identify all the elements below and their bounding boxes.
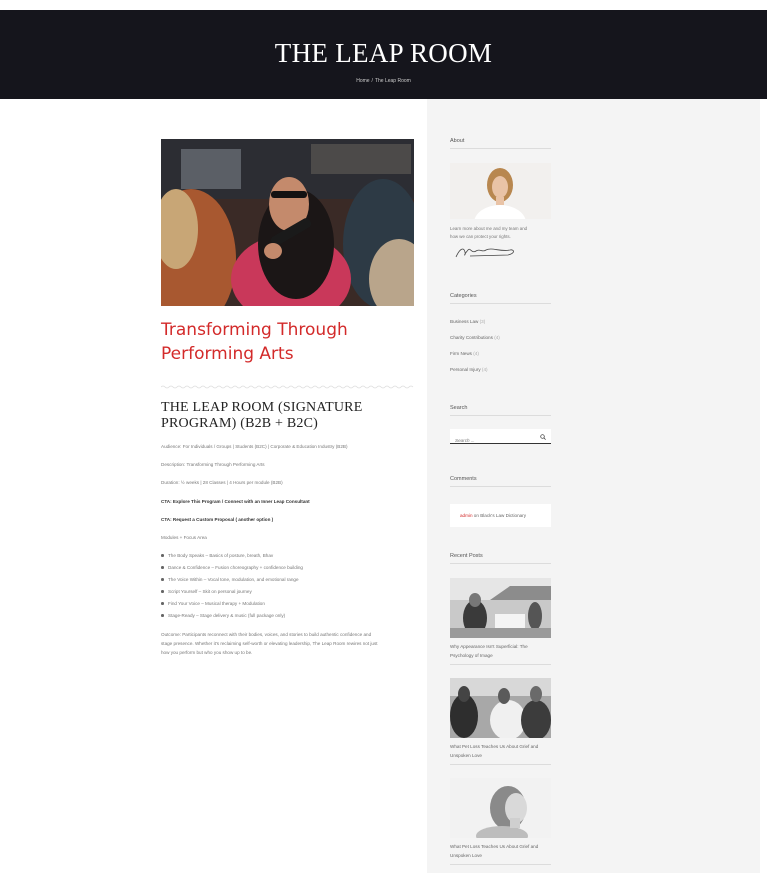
category-count: (4)	[481, 367, 488, 372]
duration-text: Duration: ½ weeks | 28 Classes | 4 Hours…	[161, 480, 283, 485]
recent-post-thumbnail[interactable]	[450, 678, 551, 738]
about-image	[450, 163, 551, 219]
category-item[interactable]: Business Law (3)	[450, 319, 551, 335]
modules-list: The Body Speaks – Basics of posture, bre…	[161, 552, 414, 624]
divider	[450, 486, 551, 487]
widget-categories: Categories Business Law (3) Charity Cont…	[450, 293, 551, 383]
category-name[interactable]: Business Law	[450, 319, 478, 324]
comment-author[interactable]: admin	[460, 513, 473, 518]
category-item[interactable]: Charity Contributions (4)	[450, 335, 551, 351]
description-text: Description: Transforming Through Perfor…	[161, 462, 265, 467]
category-item[interactable]: Personal Injury (4)	[450, 367, 551, 383]
program-heading: THE LEAP ROOM (SIGNATURE PROGRAM) (B2B +…	[161, 400, 414, 432]
program-heading-line2: PROGRAM) (B2B + B2C)	[161, 416, 318, 431]
breadcrumb: Home / The Leap Room	[0, 78, 767, 84]
divider	[450, 664, 551, 665]
category-name[interactable]: Charity Contributions	[450, 335, 493, 340]
recent-post-title[interactable]: What Pet Loss Teaches Us About Grief and…	[450, 742, 551, 760]
search-icon[interactable]	[540, 434, 546, 440]
decorative-divider	[160, 385, 414, 389]
comment-on: on	[473, 513, 479, 518]
list-item: Dance & Confidence – Fusion choreography…	[161, 564, 414, 576]
recent-post-title-line2[interactable]: Unspoken Love	[450, 851, 551, 860]
breadcrumb-current: The Leap Room	[374, 78, 411, 84]
widget-recent-posts: Recent Posts Why Appearance Isn't Superf…	[450, 553, 551, 865]
cta-request[interactable]: CTA: Request a Custom Proposal ( another…	[161, 516, 414, 523]
widget-title: Comments	[450, 476, 477, 482]
list-item: The Voice Within – Vocal tone, modulatio…	[161, 576, 414, 588]
widget-title: Recent Posts	[450, 553, 483, 559]
widget-about: About Learn more about me and my team an…	[450, 138, 551, 265]
widget-comments: Comments admin on Black's Law Dictionary	[450, 476, 551, 527]
search-input[interactable]	[450, 433, 535, 448]
recent-post-title-line1[interactable]: What Pet Loss Teaches Us About Grief and	[450, 742, 551, 751]
about-text-line2: how we can protect your rights.	[450, 234, 511, 239]
list-item: Stage-Ready – Stage delivery & music (fu…	[161, 612, 414, 624]
divider	[450, 563, 551, 564]
recent-post-title-line1[interactable]: Why Appearance Isn't Superficial: The	[450, 642, 551, 651]
category-count: (4)	[494, 335, 500, 340]
divider	[450, 303, 551, 304]
category-item[interactable]: Firm News (4)	[450, 351, 551, 367]
recent-post-title-line2[interactable]: Unspoken Love	[450, 751, 551, 760]
outcome-line1: Outcome: Participants reconnect with the…	[161, 632, 372, 637]
category-list: Business Law (3) Charity Contributions (…	[450, 319, 551, 383]
widget-title: About	[450, 138, 465, 144]
recent-post-title[interactable]: Why Appearance Isn't Superficial: The Ps…	[450, 642, 551, 660]
outcome-line3: how you perform but who you show up to b…	[161, 650, 253, 655]
post-content: Transforming Through Performing Arts THE…	[160, 139, 414, 657]
divider	[450, 864, 551, 865]
breadcrumb-home[interactable]: Home	[356, 78, 369, 84]
list-item: The Body Speaks – Basics of posture, bre…	[161, 552, 414, 564]
recent-post-title[interactable]: What Pet Loss Teaches Us About Grief and…	[450, 842, 551, 860]
program-heading-line1: THE LEAP ROOM (SIGNATURE	[161, 400, 363, 415]
divider	[450, 415, 551, 416]
category-count: (4)	[473, 351, 479, 356]
site-title[interactable]: THE LEAP ROOM	[0, 38, 767, 69]
modules-label: Modules + Focus Area	[161, 535, 207, 540]
signature	[455, 248, 514, 258]
comment-item: admin on Black's Law Dictionary	[450, 504, 551, 527]
divider	[450, 764, 551, 765]
featured-image	[161, 139, 414, 306]
post-title-line2: Performing Arts	[161, 344, 294, 364]
widget-title: Search	[450, 405, 468, 411]
audience-text: Audience: For Individuals / Groups | Stu…	[161, 444, 348, 449]
category-name[interactable]: Firm News	[450, 351, 472, 356]
search-field[interactable]	[450, 429, 551, 448]
divider	[450, 148, 551, 149]
list-item: Find Your Voice – Musical therapy + Modu…	[161, 600, 414, 612]
comment-post-link[interactable]: Black's Law Dictionary	[480, 513, 526, 518]
recent-post-thumbnail[interactable]	[450, 778, 551, 838]
recent-post-title-line1[interactable]: What Pet Loss Teaches Us About Grief and	[450, 842, 551, 851]
post-title-line1: Transforming Through	[161, 320, 348, 340]
category-name[interactable]: Personal Injury	[450, 367, 481, 372]
widget-title: Categories	[450, 293, 477, 299]
about-text: Learn more about me and my team and how …	[450, 225, 551, 241]
recent-post-title-line2[interactable]: Psychology of Image	[450, 651, 551, 660]
list-item: Script Yourself – Skit on personal journ…	[161, 588, 414, 600]
widget-search: Search	[450, 405, 551, 448]
breadcrumb-separator: /	[371, 78, 373, 84]
site-header: THE LEAP ROOM Home / The Leap Room	[0, 10, 767, 99]
outcome-line2: stage presence. Whether it's reclaiming …	[161, 641, 378, 646]
outcome-text: Outcome: Participants reconnect with the…	[161, 630, 414, 657]
about-text-line1: Learn more about me and my team and	[450, 226, 528, 231]
recent-post-thumbnail[interactable]	[450, 578, 551, 638]
cta-explore[interactable]: CTA: Explore This Program / Connect with…	[161, 498, 414, 505]
post-title: Transforming Through Performing Arts	[161, 318, 414, 366]
category-count: (3)	[479, 319, 486, 324]
